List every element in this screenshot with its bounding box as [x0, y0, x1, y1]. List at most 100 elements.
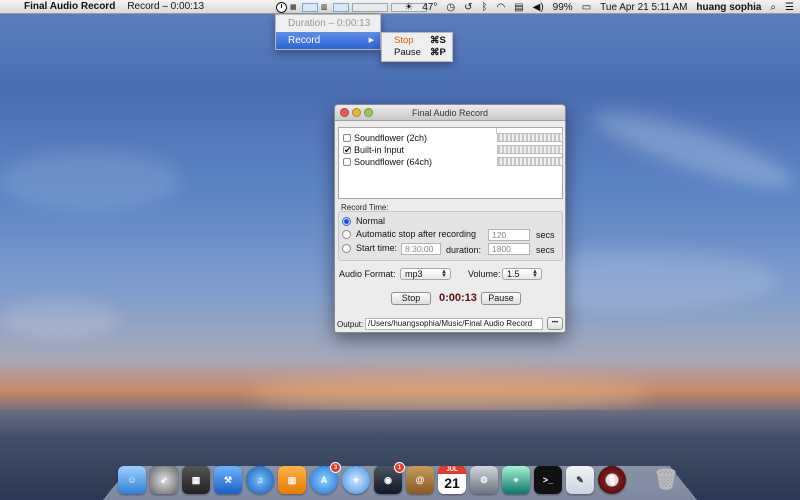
- browse-output-button[interactable]: •••: [547, 317, 563, 330]
- device-checkbox[interactable]: [343, 158, 351, 166]
- minimize-window-button[interactable]: [352, 108, 361, 117]
- system-preferences-icon[interactable]: ⚙: [470, 466, 498, 494]
- launchpad-icon[interactable]: ➶: [150, 466, 178, 494]
- menu-item-stop[interactable]: Stop ⌘S: [382, 35, 452, 47]
- mission-control-icon[interactable]: ▦: [182, 466, 210, 494]
- menu-item-duration: Duration – 0:00:13: [288, 18, 371, 29]
- recorder-clock-icon[interactable]: [276, 1, 287, 13]
- level-meter: [497, 133, 563, 142]
- audio-format-value: mp3: [405, 269, 423, 279]
- elapsed-timer: 0:00:13: [439, 292, 477, 304]
- normal-label: Normal: [356, 216, 386, 226]
- stepper-arrows-icon: ▲ ▼: [532, 269, 538, 279]
- normal-radio[interactable]: [342, 217, 351, 226]
- menu-item-record[interactable]: Record ▶: [276, 32, 380, 49]
- final-audio-record-window: Final Audio Record Soundflower (2ch) ✔ B…: [334, 104, 566, 333]
- device-label: Soundflower (2ch): [354, 133, 428, 143]
- wifi-icon[interactable]: ◠: [496, 2, 505, 13]
- clock-icon[interactable]: ◷: [446, 2, 455, 13]
- grid-status-icon[interactable]: ▦: [290, 3, 299, 12]
- menu-item-stop-shortcut: ⌘S: [430, 35, 446, 46]
- wallpaper-cloud: [588, 98, 800, 202]
- pause-button[interactable]: Pause: [481, 292, 521, 305]
- notification-list-icon[interactable]: ☰: [785, 2, 794, 13]
- disk-meter-icon[interactable]: [352, 2, 388, 12]
- time-machine-icon[interactable]: ↺: [464, 2, 472, 13]
- auto-stop-label: Automatic stop after recording: [356, 229, 477, 239]
- cpu-meter-icon[interactable]: [302, 2, 318, 12]
- volume-icon[interactable]: ◀): [533, 2, 544, 13]
- device-label: Built-in Input: [354, 145, 405, 155]
- temperature[interactable]: 47°: [422, 2, 437, 13]
- itunes-icon[interactable]: ♫: [246, 466, 274, 494]
- wallpaper-horizon: [250, 375, 650, 415]
- menu-bar: Final Audio Record Record – 0:00:13 ▦ ▥ …: [0, 0, 800, 14]
- menu-extras: ☀ 47° ◷ ↺ ᛒ ◠ ▤ ◀) 99% ▭ Tue Apr 21 5:11…: [404, 0, 794, 14]
- bluetooth-icon[interactable]: ᛒ: [481, 2, 487, 13]
- device-checkbox[interactable]: ✔: [343, 146, 352, 155]
- volume-value: 1.5: [507, 269, 520, 279]
- secs-label: secs: [536, 245, 555, 255]
- xcode-icon[interactable]: ⚒: [214, 466, 242, 494]
- final-audio-record-icon[interactable]: 🎙: [598, 466, 626, 494]
- volume-label: Volume:: [468, 269, 501, 279]
- window-titlebar[interactable]: Final Audio Record: [335, 105, 565, 121]
- stepper-arrows-icon: ▲ ▼: [441, 269, 447, 279]
- menu-datetime[interactable]: Tue Apr 21 5:11 AM: [600, 2, 687, 13]
- menu-user[interactable]: huang sophia: [696, 2, 761, 13]
- device-checkbox[interactable]: [343, 134, 351, 142]
- start-time-label: Start time:: [356, 243, 398, 253]
- dock-icons: ☺ ➶ ▦ ⚒ ♫ ▥ A3 ✦ ◉ 1 @ JUL 21 ⚙ ⌖ >_ ✎ 🎙 …: [118, 458, 680, 494]
- menu-item-stop-label: Stop: [394, 35, 414, 46]
- trash-icon[interactable]: 🗑: [652, 466, 680, 494]
- output-path-field[interactable]: /Users/huangsophia/Music/Final Audio Rec…: [365, 318, 543, 330]
- status-dropdown-menu: Duration – 0:00:13 Record ▶: [275, 14, 381, 50]
- close-window-button[interactable]: [340, 108, 349, 117]
- menu-item-record-label: Record: [288, 35, 321, 46]
- ibooks-icon[interactable]: ▥: [278, 466, 306, 494]
- memory-status-icon[interactable]: ▥: [321, 3, 330, 12]
- audio-format-select[interactable]: mp3 ▲ ▼: [400, 268, 451, 280]
- wallpaper-cloud: [0, 300, 120, 340]
- duration-label: duration:: [446, 245, 482, 255]
- spotlight-search-icon[interactable]: ⌕: [770, 2, 776, 13]
- facetime-icon[interactable]: ◉ 1: [374, 462, 405, 494]
- output-label: Output:: [337, 320, 364, 329]
- auto-stop-radio[interactable]: [342, 230, 351, 239]
- textedit-icon[interactable]: ✎: [566, 466, 594, 494]
- network-meter-icon[interactable]: [333, 2, 349, 12]
- secs-label: secs: [536, 230, 555, 240]
- stop-button[interactable]: Stop: [391, 292, 431, 305]
- battery-icon[interactable]: ▭: [582, 2, 591, 13]
- submenu-arrow-icon: ▶: [368, 37, 374, 44]
- level-meter: [497, 145, 563, 154]
- input-device-list: Soundflower (2ch) ✔ Built-in Input Sound…: [338, 127, 563, 199]
- device-row: ✔ Built-in Input: [339, 144, 563, 156]
- volume-select[interactable]: 1.5 ▲ ▼: [502, 268, 542, 280]
- app-store-icon[interactable]: A3: [310, 462, 341, 494]
- network-utility-icon[interactable]: ⌖: [502, 466, 530, 494]
- device-row: Soundflower (2ch): [339, 132, 563, 144]
- menu-item-pause-shortcut: ⌘P: [430, 47, 446, 58]
- auto-stop-seconds-field[interactable]: 120: [488, 229, 530, 241]
- calendar-day: 21: [444, 475, 460, 491]
- finder-icon[interactable]: ☺: [118, 466, 146, 494]
- safari-icon[interactable]: ✦: [342, 466, 370, 494]
- menu-app-name[interactable]: Final Audio Record: [24, 1, 115, 12]
- menu-record-status[interactable]: Record – 0:00:13: [127, 1, 204, 12]
- start-time-field[interactable]: 8:30:00: [401, 243, 441, 255]
- terminal-icon[interactable]: >_: [534, 466, 562, 494]
- calendar-icon[interactable]: JUL 21: [438, 466, 466, 494]
- window-title: Final Audio Record: [411, 108, 489, 118]
- start-time-radio[interactable]: [342, 244, 351, 253]
- zoom-window-button[interactable]: [364, 108, 373, 117]
- contacts-icon[interactable]: @: [406, 466, 434, 494]
- audio-format-label: Audio Format:: [339, 269, 396, 279]
- flag-icon[interactable]: ▤: [514, 2, 523, 13]
- menu-item-pause[interactable]: Pause ⌘P: [382, 47, 452, 59]
- battery-percent[interactable]: 99%: [553, 2, 573, 13]
- duration-field[interactable]: 1800: [488, 243, 530, 255]
- weather-icon[interactable]: ☀: [404, 2, 413, 13]
- device-row: Soundflower (64ch): [339, 156, 563, 168]
- wallpaper-cloud: [0, 150, 180, 210]
